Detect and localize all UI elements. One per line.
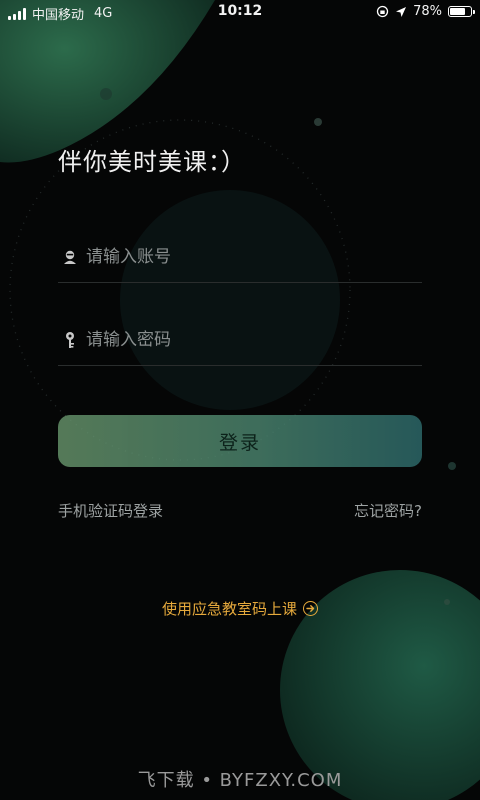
key-icon <box>62 331 78 349</box>
arrow-right-circle-icon <box>303 601 318 616</box>
location-arrow-icon <box>396 6 407 17</box>
status-right: 78% <box>376 4 475 19</box>
user-icon <box>62 248 78 266</box>
greeting-title: 伴你美时美课：） <box>58 148 246 176</box>
password-input[interactable] <box>86 330 422 350</box>
watermark-glow <box>120 190 340 410</box>
battery-icon <box>448 6 475 17</box>
emergency-classroom-link[interactable]: 使用应急教室码上课 <box>0 598 480 619</box>
username-input[interactable] <box>86 247 422 267</box>
login-button[interactable]: 登录 <box>58 415 422 467</box>
watermark-text: 飞下载 • BYFZXY.COM <box>137 770 343 791</box>
orientation-lock-icon <box>376 5 389 18</box>
battery-percent: 78% <box>413 4 442 19</box>
forgot-password-link[interactable]: 忘记密码? <box>354 500 422 521</box>
background-decoration <box>0 0 480 800</box>
status-bar: 中国移动 4G 10:12 78% <box>0 0 480 24</box>
password-field[interactable] <box>58 315 422 366</box>
top-left-blob <box>0 0 215 163</box>
sms-login-link[interactable]: 手机验证码登录 <box>58 500 163 521</box>
emergency-link-label: 使用应急教室码上课 <box>161 600 297 618</box>
username-field[interactable] <box>58 232 422 283</box>
